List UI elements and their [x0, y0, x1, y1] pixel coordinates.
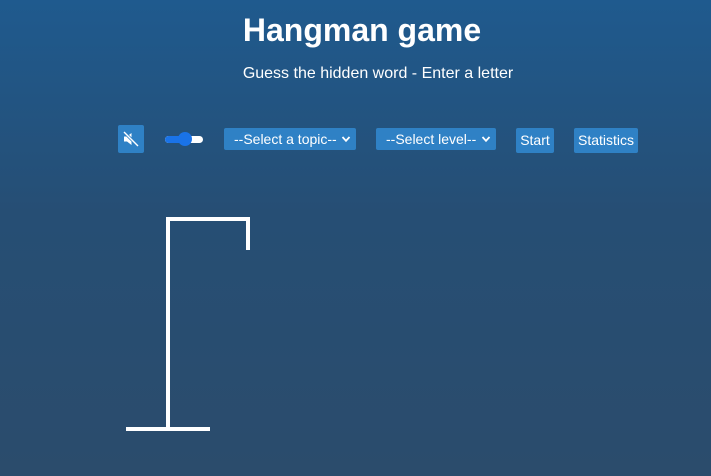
- gallows-structure: [126, 217, 250, 431]
- gallows-icon: [126, 217, 250, 431]
